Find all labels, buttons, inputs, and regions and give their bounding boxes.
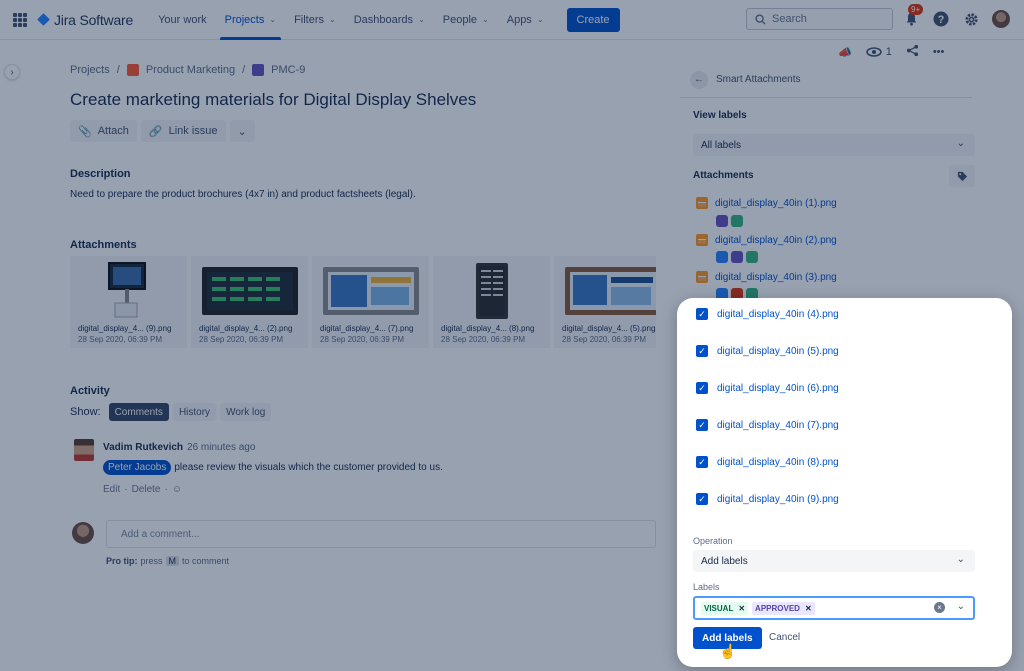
bulk-label-panel: ✓ digital_display_40in (4).png ✓ digital…: [677, 298, 1012, 667]
operation-value: Add labels: [701, 555, 748, 567]
hand-cursor-icon: ☝: [719, 643, 737, 659]
attachment-file-link[interactable]: digital_display_40in (8).png: [717, 457, 839, 468]
checkbox-checked[interactable]: ✓: [696, 382, 708, 394]
attachment-checkbox-row[interactable]: ✓ digital_display_40in (8).png: [696, 456, 839, 468]
checkbox-checked[interactable]: ✓: [696, 345, 708, 357]
label-tag-approved: APPROVED ✕: [752, 601, 815, 615]
chevron-down-icon: ⌄: [956, 554, 965, 565]
clear-labels-icon[interactable]: ×: [934, 602, 945, 613]
label-tag-text: VISUAL: [704, 603, 734, 613]
checkbox-checked[interactable]: ✓: [696, 456, 708, 468]
checkbox-checked[interactable]: ✓: [696, 308, 708, 320]
remove-label-icon[interactable]: ✕: [738, 604, 745, 613]
attachment-checkbox-row[interactable]: ✓ digital_display_40in (9).png: [696, 493, 839, 505]
remove-label-icon[interactable]: ✕: [805, 604, 812, 613]
attachment-file-link[interactable]: digital_display_40in (4).png: [717, 309, 839, 320]
attachment-file-link[interactable]: digital_display_40in (7).png: [717, 420, 839, 431]
attachment-file-link[interactable]: digital_display_40in (6).png: [717, 383, 839, 394]
label-tag-visual: VISUAL ✕: [701, 601, 749, 615]
attachment-checkbox-row[interactable]: ✓ digital_display_40in (5).png: [696, 345, 839, 357]
labels-label: Labels: [693, 582, 720, 592]
checkbox-checked[interactable]: ✓: [696, 493, 708, 505]
chevron-down-icon[interactable]: ⌄: [957, 601, 965, 612]
attachment-checkbox-row[interactable]: ✓ digital_display_40in (6).png: [696, 382, 839, 394]
cancel-button[interactable]: Cancel: [769, 632, 800, 643]
operation-select[interactable]: Add labels ⌄: [693, 550, 975, 572]
labels-multiselect[interactable]: VISUAL ✕ APPROVED ✕ × ⌄: [693, 596, 975, 620]
attachment-checkbox-row[interactable]: ✓ digital_display_40in (7).png: [696, 419, 839, 431]
attachment-file-link[interactable]: digital_display_40in (9).png: [717, 494, 839, 505]
operation-label: Operation: [693, 536, 733, 546]
attachment-checkbox-row[interactable]: ✓ digital_display_40in (4).png: [696, 308, 839, 320]
attachment-file-link[interactable]: digital_display_40in (5).png: [717, 346, 839, 357]
checkbox-checked[interactable]: ✓: [696, 419, 708, 431]
label-tag-text: APPROVED: [755, 603, 800, 613]
